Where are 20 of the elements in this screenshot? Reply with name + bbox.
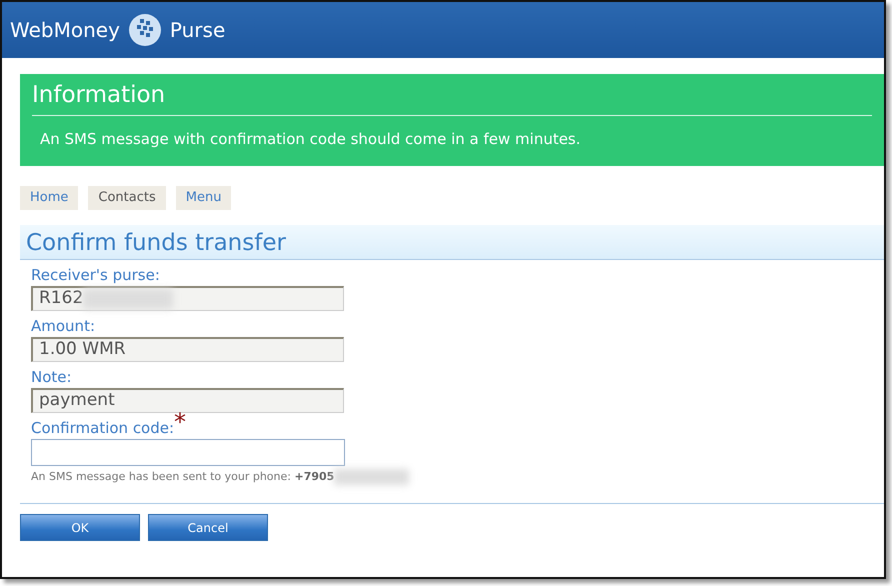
logo-icon [128,13,162,47]
form-title: Confirm funds transfer [20,224,884,260]
sms-hint: An SMS message has been sent to your phone: +7905 [31,468,334,484]
readonly-field: payment [31,388,344,412]
info-message: An SMS message with confirmation code should come in a few minutes. [39,128,582,150]
form-button[interactable]: Cancel [148,514,268,541]
readonly-field: R162 [31,286,344,310]
form-button[interactable]: OK [20,514,140,541]
product-name: Purse [170,17,226,44]
field-label: Note: [31,368,72,386]
field-label: Confirmation code: [31,418,174,436]
nav-tab[interactable]: Home [20,186,78,210]
nav-tab[interactable]: Contacts [88,186,166,210]
field-label: Amount: [31,316,95,334]
info-title: Information [32,78,872,116]
input-field[interactable] [31,438,345,466]
field-label: Receiver's purse: [31,266,160,284]
brand-name: WebMoney [10,17,120,44]
nav-tab[interactable]: Menu [176,186,232,210]
readonly-field: 1.00 WMR [31,336,344,362]
